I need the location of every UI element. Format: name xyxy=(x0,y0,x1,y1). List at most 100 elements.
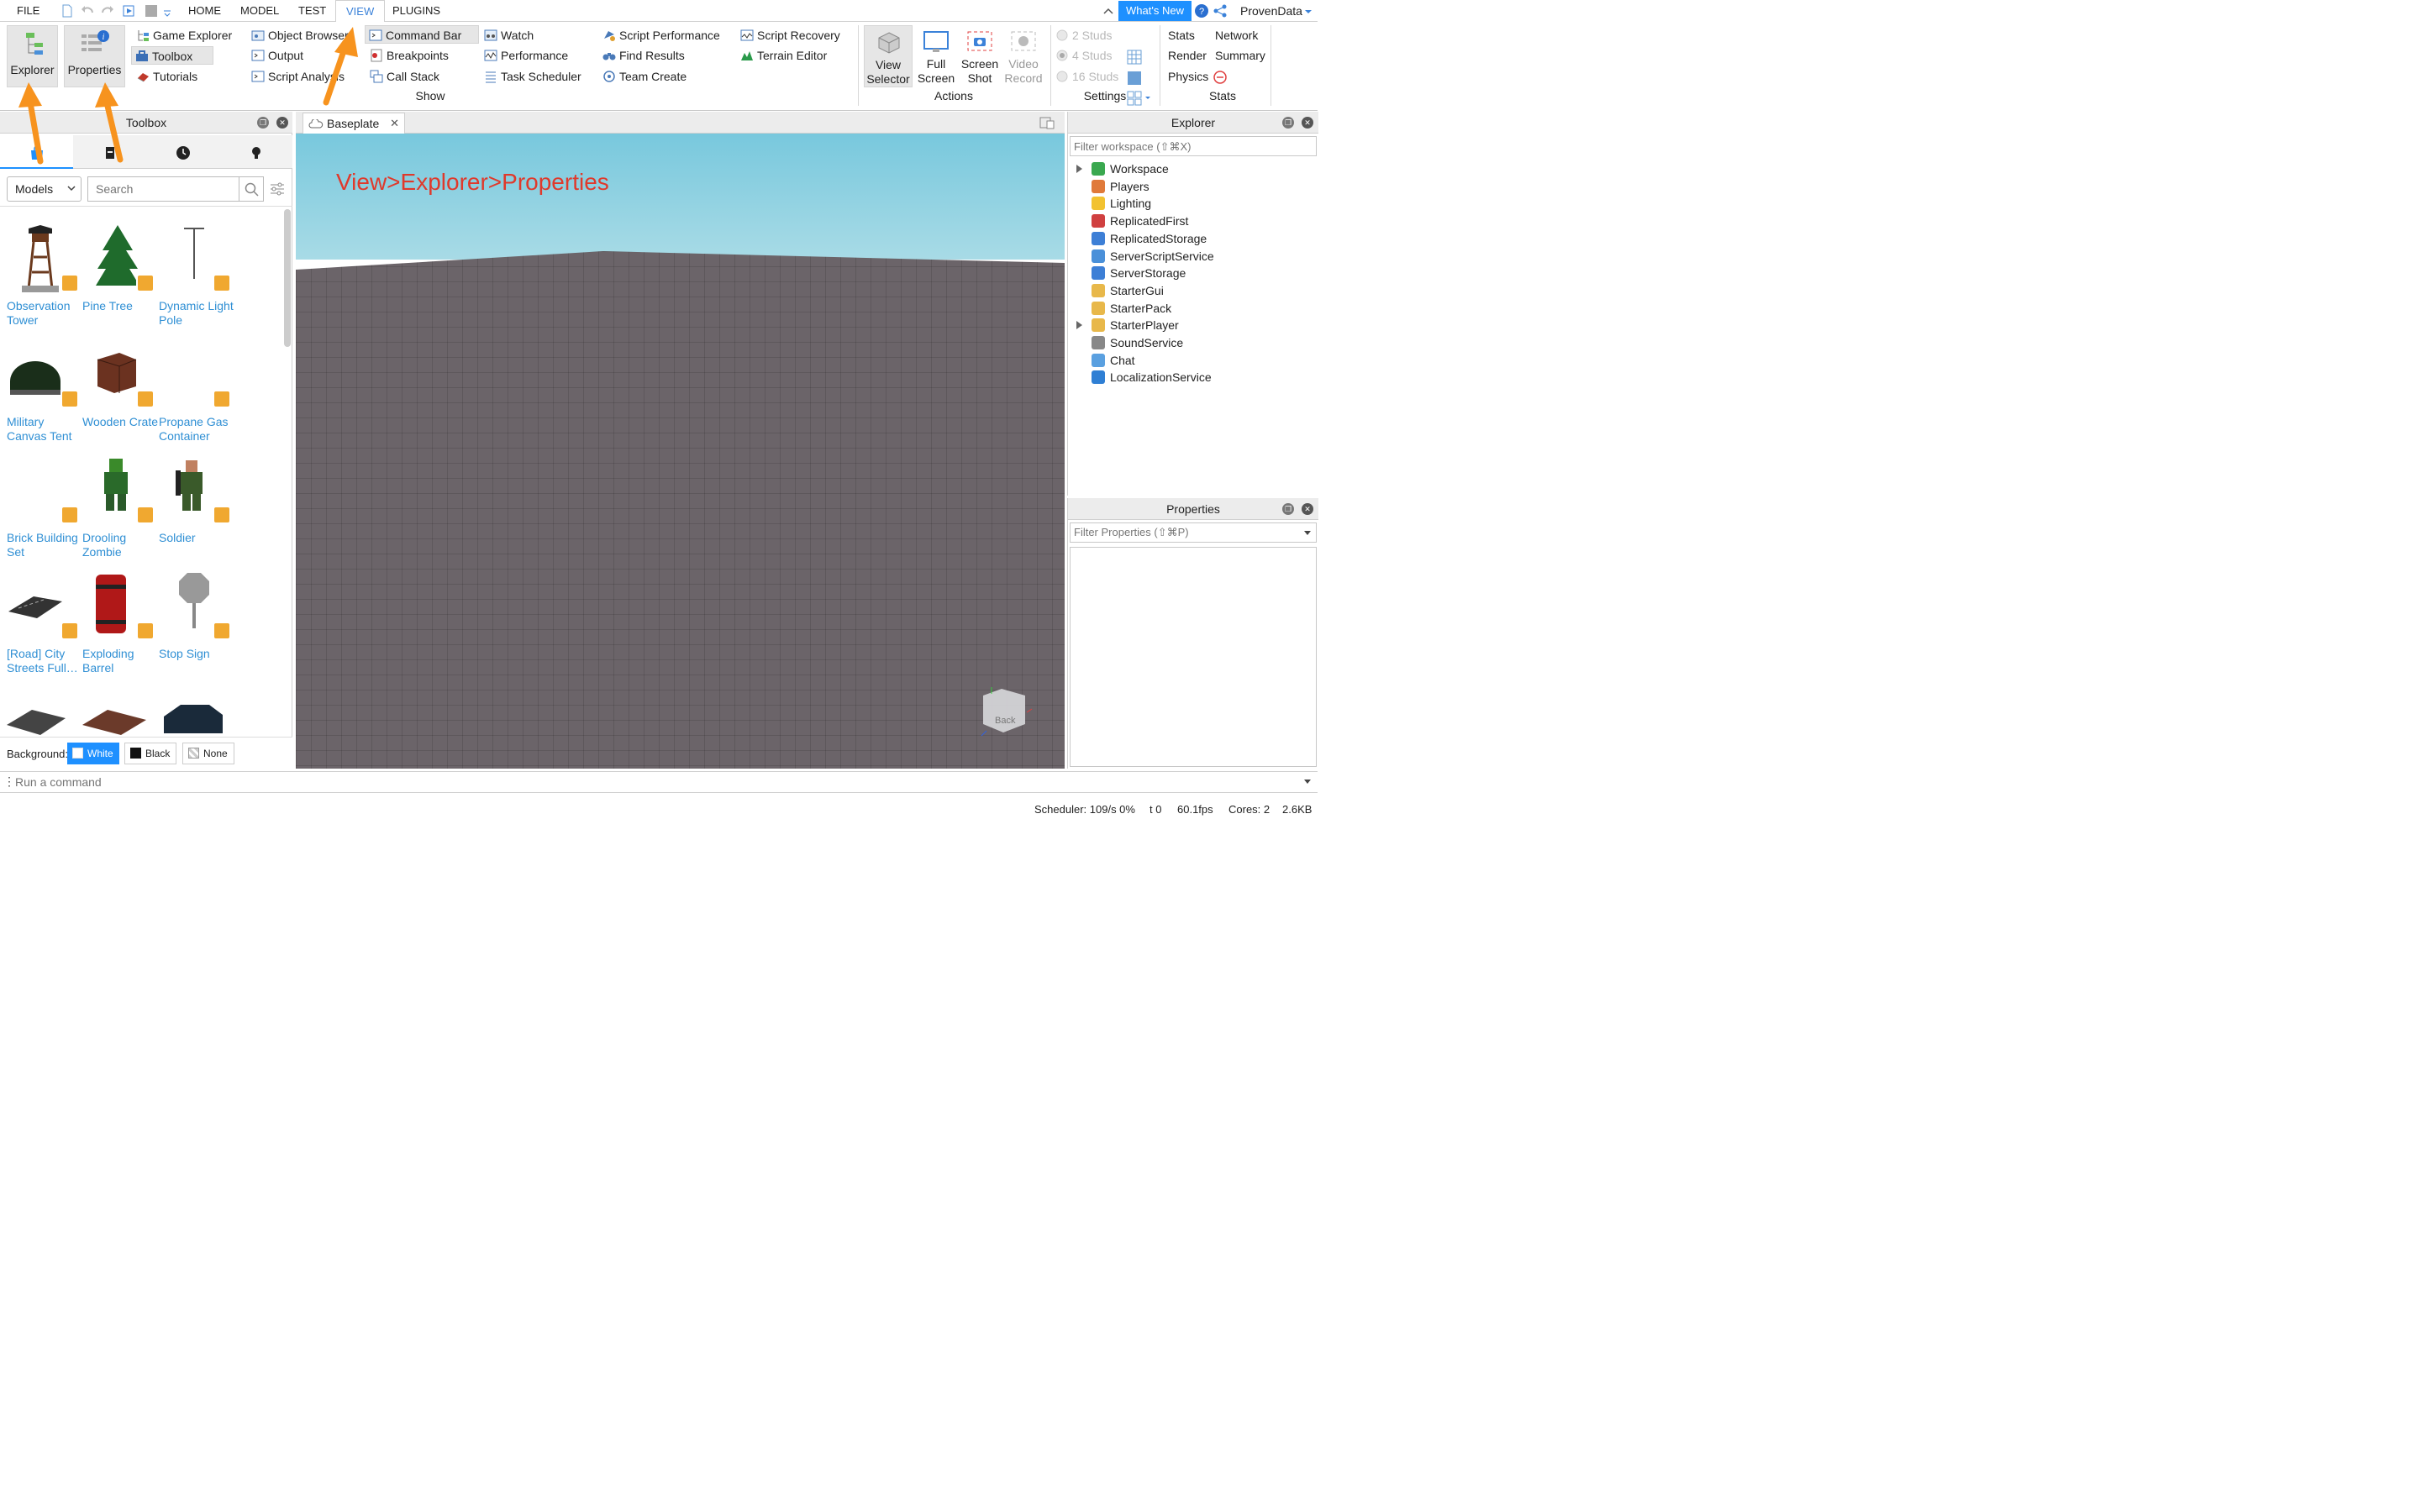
tree-item-localizationservice[interactable]: LocalizationService xyxy=(1092,369,1212,386)
user-dropdown-icon[interactable] xyxy=(1304,4,1313,18)
new-file-icon[interactable] xyxy=(60,4,74,18)
video-record-button[interactable]: Video Record xyxy=(1002,25,1045,87)
explorer-filter-input[interactable] xyxy=(1070,136,1317,156)
tree-item-startergui[interactable]: StarterGui xyxy=(1092,282,1164,299)
grid-icon[interactable] xyxy=(1127,50,1142,65)
command-input[interactable] xyxy=(12,773,1297,791)
lightbulb-icon xyxy=(252,147,260,159)
close-icon[interactable]: ✕ xyxy=(1302,117,1313,129)
toolbox-search-input[interactable] xyxy=(87,176,240,202)
share-icon[interactable] xyxy=(1213,4,1227,18)
screen-shot-button[interactable]: Screen Shot xyxy=(958,25,1002,87)
bg-white-option[interactable]: White xyxy=(67,743,119,764)
clear-stats-icon[interactable] xyxy=(1213,71,1227,84)
filter-settings-icon[interactable] xyxy=(270,182,285,196)
explorer-button[interactable]: Explorer xyxy=(7,25,58,87)
undock-icon[interactable]: ❐ xyxy=(1282,503,1294,515)
tab-recent[interactable] xyxy=(146,135,219,169)
game-explorer-button[interactable]: Game Explorer xyxy=(133,26,232,45)
stud-2-option[interactable]: 2 Studs xyxy=(1052,26,1112,45)
collapse-ribbon-icon[interactable] xyxy=(1102,4,1115,18)
menu-model[interactable]: MODEL xyxy=(234,0,286,22)
undock-icon[interactable]: ❐ xyxy=(257,117,269,129)
close-tab-icon[interactable]: ✕ xyxy=(390,113,399,134)
bg-none-option[interactable]: None xyxy=(182,743,234,764)
expand-arrow-icon[interactable] xyxy=(1076,321,1082,330)
summary-button[interactable]: Summary xyxy=(1195,46,1265,65)
full-screen-button[interactable]: Full Screen xyxy=(914,25,958,87)
undock-icon[interactable]: ❐ xyxy=(1282,117,1294,129)
road-tile-thumbnail xyxy=(7,710,66,735)
tree-item-soundservice[interactable]: SoundService xyxy=(1092,334,1183,351)
device-emulator-icon[interactable] xyxy=(1039,116,1055,129)
tree-item-chat[interactable]: Chat xyxy=(1092,352,1135,369)
category-select[interactable]: Models xyxy=(7,176,82,202)
toolbox-button[interactable]: Toolbox xyxy=(131,46,213,65)
user-name[interactable]: ProvenData xyxy=(1234,0,1309,22)
properties-button[interactable]: i Properties xyxy=(64,25,125,87)
tutorials-button[interactable]: Tutorials xyxy=(133,67,197,86)
view-selector-button[interactable]: View Selector xyxy=(864,25,913,87)
menu-file[interactable]: FILE xyxy=(10,0,46,22)
help-icon[interactable]: ? xyxy=(1195,4,1208,18)
script-recovery-button[interactable]: Script Recovery xyxy=(737,26,840,45)
tab-baseplate[interactable]: Baseplate ✕ xyxy=(302,113,405,134)
stud-16-option[interactable]: 16 Studs xyxy=(1052,67,1118,86)
undo-icon[interactable] xyxy=(81,4,94,18)
screen-shot-label-1: Screen xyxy=(960,57,999,71)
command-bar-button[interactable]: Command Bar xyxy=(365,25,479,44)
properties-filter-input[interactable]: Filter Properties (⇧⌘P) xyxy=(1070,522,1317,543)
tab-creations[interactable] xyxy=(219,135,292,169)
tree-item-starterpack[interactable]: StarterPack xyxy=(1092,300,1171,317)
tree-item-label: SoundService xyxy=(1110,336,1184,349)
view-gizmo[interactable]: Back xyxy=(975,684,1034,743)
network-button[interactable]: Network xyxy=(1195,26,1258,45)
call-stack-button[interactable]: Call Stack xyxy=(366,67,439,86)
menu-home[interactable]: HOME xyxy=(182,0,228,22)
physics-button[interactable]: Physics xyxy=(1148,67,1208,86)
3d-viewport[interactable]: View>Explorer>Properties Back xyxy=(296,134,1065,769)
tree-item-replicatedstorage[interactable]: ReplicatedStorage xyxy=(1092,230,1207,247)
tab-inventory[interactable] xyxy=(73,135,146,169)
menu-test[interactable]: TEST xyxy=(292,0,333,22)
terrain-editor-button[interactable]: Terrain Editor xyxy=(737,46,827,65)
tree-item-replicatedfirst[interactable]: ReplicatedFirst xyxy=(1092,213,1188,229)
customize-dropdown-icon[interactable] xyxy=(163,4,171,18)
performance-button[interactable]: Performance xyxy=(481,46,568,65)
tree-item-serverscriptservice[interactable]: ServerScriptService xyxy=(1092,248,1214,265)
task-scheduler-button[interactable]: Task Scheduler xyxy=(481,67,581,86)
tree-item-lighting[interactable]: Lighting xyxy=(1092,195,1151,212)
tree-item-starterplayer[interactable]: StarterPlayer xyxy=(1092,317,1179,333)
stats-button[interactable]: Stats xyxy=(1148,26,1195,45)
tab-marketplace[interactable] xyxy=(0,135,73,169)
breakpoints-button[interactable]: Breakpoints xyxy=(366,46,449,65)
bg-black-option[interactable]: Black xyxy=(124,743,176,764)
expand-arrow-icon[interactable] xyxy=(1076,165,1082,173)
play-options-icon[interactable] xyxy=(123,4,136,18)
close-icon[interactable]: ✕ xyxy=(276,117,288,129)
output-button[interactable]: Output xyxy=(248,46,303,65)
search-button[interactable] xyxy=(239,176,264,202)
item-name: [Road] City Streets Full… xyxy=(7,647,78,675)
grid-fine-icon[interactable] xyxy=(1127,71,1142,86)
object-browser-button[interactable]: Object Browser xyxy=(248,26,349,45)
tree-item-players[interactable]: Players xyxy=(1092,178,1150,195)
script-analysis-button[interactable]: Script Analysis xyxy=(248,67,345,86)
team-create-button[interactable]: Team Create xyxy=(599,67,687,86)
redo-icon[interactable] xyxy=(101,4,114,18)
menu-plugins[interactable]: PLUGINS xyxy=(386,0,447,22)
close-icon[interactable]: ✕ xyxy=(1302,503,1313,515)
toolbox-scrollbar[interactable] xyxy=(284,209,291,347)
menu-view[interactable]: VIEW xyxy=(335,0,386,23)
whats-new-button[interactable]: What's New xyxy=(1118,1,1192,21)
stop-icon[interactable] xyxy=(145,4,158,18)
tree-item-workspace[interactable]: Workspace xyxy=(1092,160,1169,177)
script-performance-button[interactable]: Script Performance xyxy=(599,26,720,45)
explorer-header: Explorer ❐ ✕ xyxy=(1068,112,1318,134)
tree-item-serverstorage[interactable]: ServerStorage xyxy=(1092,265,1186,281)
stud-4-option[interactable]: 4 Studs xyxy=(1052,46,1112,65)
chevron-down-icon[interactable] xyxy=(1304,780,1311,785)
explorer-label: Explorer xyxy=(10,63,55,76)
watch-button[interactable]: Watch xyxy=(481,26,534,45)
find-results-button[interactable]: Find Results xyxy=(599,46,685,65)
